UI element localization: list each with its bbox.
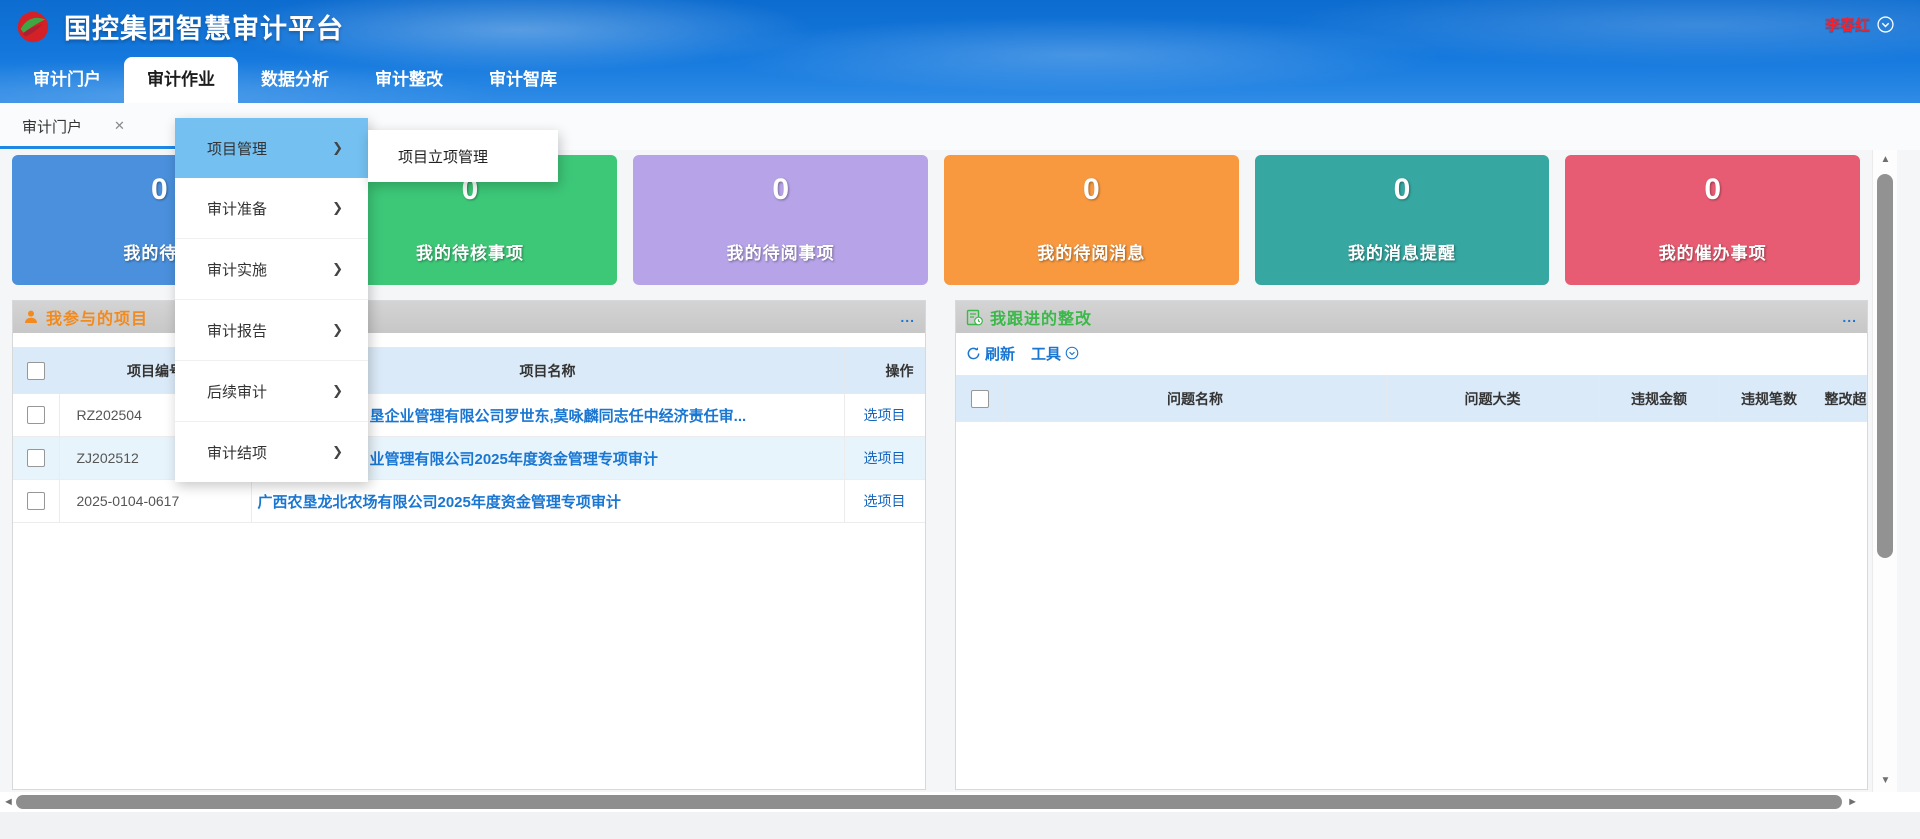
- card-value: 0: [944, 173, 1239, 207]
- table-row: RZ202504 垦企业管理有限公司罗世东,莫咏麟同志任中经济责任审... 选项…: [13, 394, 925, 437]
- row-checkbox[interactable]: [27, 406, 45, 424]
- select-all-checkbox[interactable]: [971, 390, 989, 408]
- chevron-right-icon: ❯: [332, 140, 343, 156]
- chevron-right-icon: ❯: [332, 322, 343, 338]
- col-header-violation-count: 违规笔数: [1719, 376, 1819, 422]
- app-logo-icon: [14, 8, 52, 46]
- vertical-scrollbar-thumb[interactable]: [1877, 174, 1893, 558]
- horizontal-scrollbar-thumb[interactable]: [16, 795, 1842, 809]
- menu-item-followup-audit[interactable]: 后续审计 ❯: [175, 361, 368, 422]
- horizontal-scrollbar[interactable]: ◄ ►: [0, 792, 1920, 812]
- nav-item-audit-rectify[interactable]: 审计整改: [352, 57, 466, 103]
- tools-chevron-down-icon: [1065, 346, 1079, 360]
- my-projects-panel: 我参与的项目 ... 项目编号 项目名称 操作 RZ202504 垦企业管理有限…: [12, 300, 926, 790]
- table-row: ZJ202512 业管理有限公司2025年度资金管理专项审计 选项目: [13, 437, 925, 480]
- card-value: 0: [1255, 173, 1550, 207]
- user-menu[interactable]: 李春红: [1825, 14, 1894, 35]
- nav-item-data-analysis[interactable]: 数据分析: [238, 57, 352, 103]
- table-header-row: 问题名称 问题大类 违规金额 违规笔数 整改超: [956, 376, 1868, 422]
- chevron-right-icon: ❯: [332, 200, 343, 216]
- submenu-project-initiation[interactable]: 项目立项管理: [368, 130, 558, 182]
- my-projects-more-button[interactable]: ...: [900, 312, 915, 322]
- scroll-up-arrow[interactable]: ▲: [1873, 154, 1898, 165]
- table-header-row: 项目编号 项目名称 操作: [13, 348, 925, 394]
- chevron-right-icon: ❯: [332, 444, 343, 460]
- select-project-button[interactable]: 选项目: [864, 493, 906, 509]
- select-project-button[interactable]: 选项目: [864, 450, 906, 466]
- my-projects-table: 项目编号 项目名称 操作 RZ202504 垦企业管理有限公司罗世东,莫咏麟同志…: [13, 347, 926, 523]
- menu-item-audit-report[interactable]: 审计报告 ❯: [175, 300, 368, 361]
- main-nav: 审计门户 审计作业 数据分析 审计整改 审计智库: [10, 57, 580, 103]
- card-my-read-items[interactable]: 0 我的待阅事项: [633, 155, 928, 285]
- user-name: 李春红: [1825, 14, 1870, 35]
- vertical-scrollbar[interactable]: ▲ ▼: [1872, 150, 1897, 792]
- chevron-right-icon: ❯: [332, 261, 343, 277]
- tab-close-icon[interactable]: ✕: [114, 118, 125, 134]
- card-my-unread-messages[interactable]: 0 我的待阅消息: [944, 155, 1239, 285]
- tools-button[interactable]: 工具: [1031, 343, 1079, 364]
- card-label: 我的待阅消息: [944, 239, 1239, 264]
- menu-item-audit-closing[interactable]: 审计结项 ❯: [175, 422, 368, 482]
- card-my-message-reminders[interactable]: 0 我的消息提醒: [1255, 155, 1550, 285]
- tools-label: 工具: [1031, 343, 1061, 364]
- brand: 国控集团智慧审计平台: [14, 7, 344, 46]
- nav-item-audit-knowledge[interactable]: 审计智库: [466, 57, 580, 103]
- menu-item-audit-implementation[interactable]: 审计实施 ❯: [175, 239, 368, 300]
- tab-label: 审计门户: [22, 116, 82, 137]
- my-projects-panel-header: 我参与的项目 ...: [13, 301, 925, 333]
- menu-item-label: 项目管理: [207, 138, 267, 159]
- page-title: 国控集团智慧审计平台: [64, 7, 344, 46]
- col-header-issue-category: 问题大类: [1386, 376, 1599, 422]
- row-checkbox[interactable]: [27, 492, 45, 510]
- menu-item-label: 后续审计: [207, 381, 267, 402]
- card-label: 我的消息提醒: [1255, 239, 1550, 264]
- select-project-button[interactable]: 选项目: [864, 407, 906, 423]
- col-header-action: 操作: [886, 361, 926, 381]
- my-rectifications-panel-header: 我跟进的整改 ...: [956, 301, 1867, 333]
- app-window: 国控集团智慧审计平台 李春红 审计门户 审计作业 数据分析 审计整改 审计智库 …: [0, 0, 1920, 839]
- audit-work-dropdown-menu: 项目管理 ❯ 审计准备 ❯ 审计实施 ❯ 审计报告 ❯ 后续审计 ❯ 审计结项 …: [175, 118, 368, 482]
- chevron-right-icon: ❯: [332, 383, 343, 399]
- refresh-button[interactable]: 刷新: [966, 343, 1015, 364]
- col-header-violation-amount: 违规金额: [1599, 376, 1719, 422]
- submenu-item-label: 项目立项管理: [398, 146, 488, 167]
- scroll-left-arrow[interactable]: ◄: [3, 796, 14, 808]
- document-clock-icon: [966, 309, 983, 326]
- project-name-link[interactable]: 广西农垦龙北农场有限公司2025年度资金管理专项审计: [251, 480, 844, 523]
- menu-item-label: 审计准备: [207, 198, 267, 219]
- scroll-down-arrow[interactable]: ▼: [1873, 775, 1898, 786]
- select-all-checkbox[interactable]: [27, 362, 45, 380]
- card-label: 我的催办事项: [1565, 239, 1860, 264]
- menu-item-project-management[interactable]: 项目管理 ❯: [175, 118, 368, 178]
- my-projects-title: 我参与的项目: [46, 305, 148, 329]
- menu-item-label: 审计报告: [207, 320, 267, 341]
- scroll-right-arrow[interactable]: ►: [1847, 796, 1858, 808]
- rectifications-toolbar: 刷新 工具: [956, 333, 1867, 373]
- person-icon: [23, 309, 39, 325]
- menu-item-label: 审计实施: [207, 259, 267, 280]
- card-value: 0: [633, 173, 928, 207]
- nav-item-audit-work[interactable]: 审计作业: [124, 57, 238, 103]
- refresh-label: 刷新: [985, 343, 1015, 364]
- my-rectifications-more-button[interactable]: ...: [1842, 312, 1857, 322]
- table-row: 2025-0104-0617 广西农垦龙北农场有限公司2025年度资金管理专项审…: [13, 480, 925, 523]
- my-rectifications-panel: 我跟进的整改 ... 刷新 工具: [955, 300, 1868, 790]
- app-header: 国控集团智慧审计平台 李春红 审计门户 审计作业 数据分析 审计整改 审计智库: [0, 0, 1920, 103]
- card-value: 0: [1565, 173, 1860, 207]
- card-label: 我的待阅事项: [633, 239, 928, 264]
- menu-item-audit-preparation[interactable]: 审计准备 ❯: [175, 178, 368, 239]
- menu-item-label: 审计结项: [207, 442, 267, 463]
- rectifications-table: 问题名称 问题大类 违规金额 违规笔数 整改超: [956, 375, 1868, 422]
- project-code: 2025-0104-0617: [59, 480, 251, 523]
- nav-item-audit-portal[interactable]: 审计门户: [10, 57, 124, 103]
- user-chevron-down-icon: [1877, 16, 1894, 33]
- col-header-issue-name: 问题名称: [1004, 376, 1386, 422]
- card-my-urging-items[interactable]: 0 我的催办事项: [1565, 155, 1860, 285]
- col-header-rectify-overdue: 整改超: [1821, 389, 1869, 409]
- my-rectifications-title: 我跟进的整改: [990, 305, 1092, 329]
- refresh-icon: [966, 346, 981, 361]
- row-checkbox[interactable]: [27, 449, 45, 467]
